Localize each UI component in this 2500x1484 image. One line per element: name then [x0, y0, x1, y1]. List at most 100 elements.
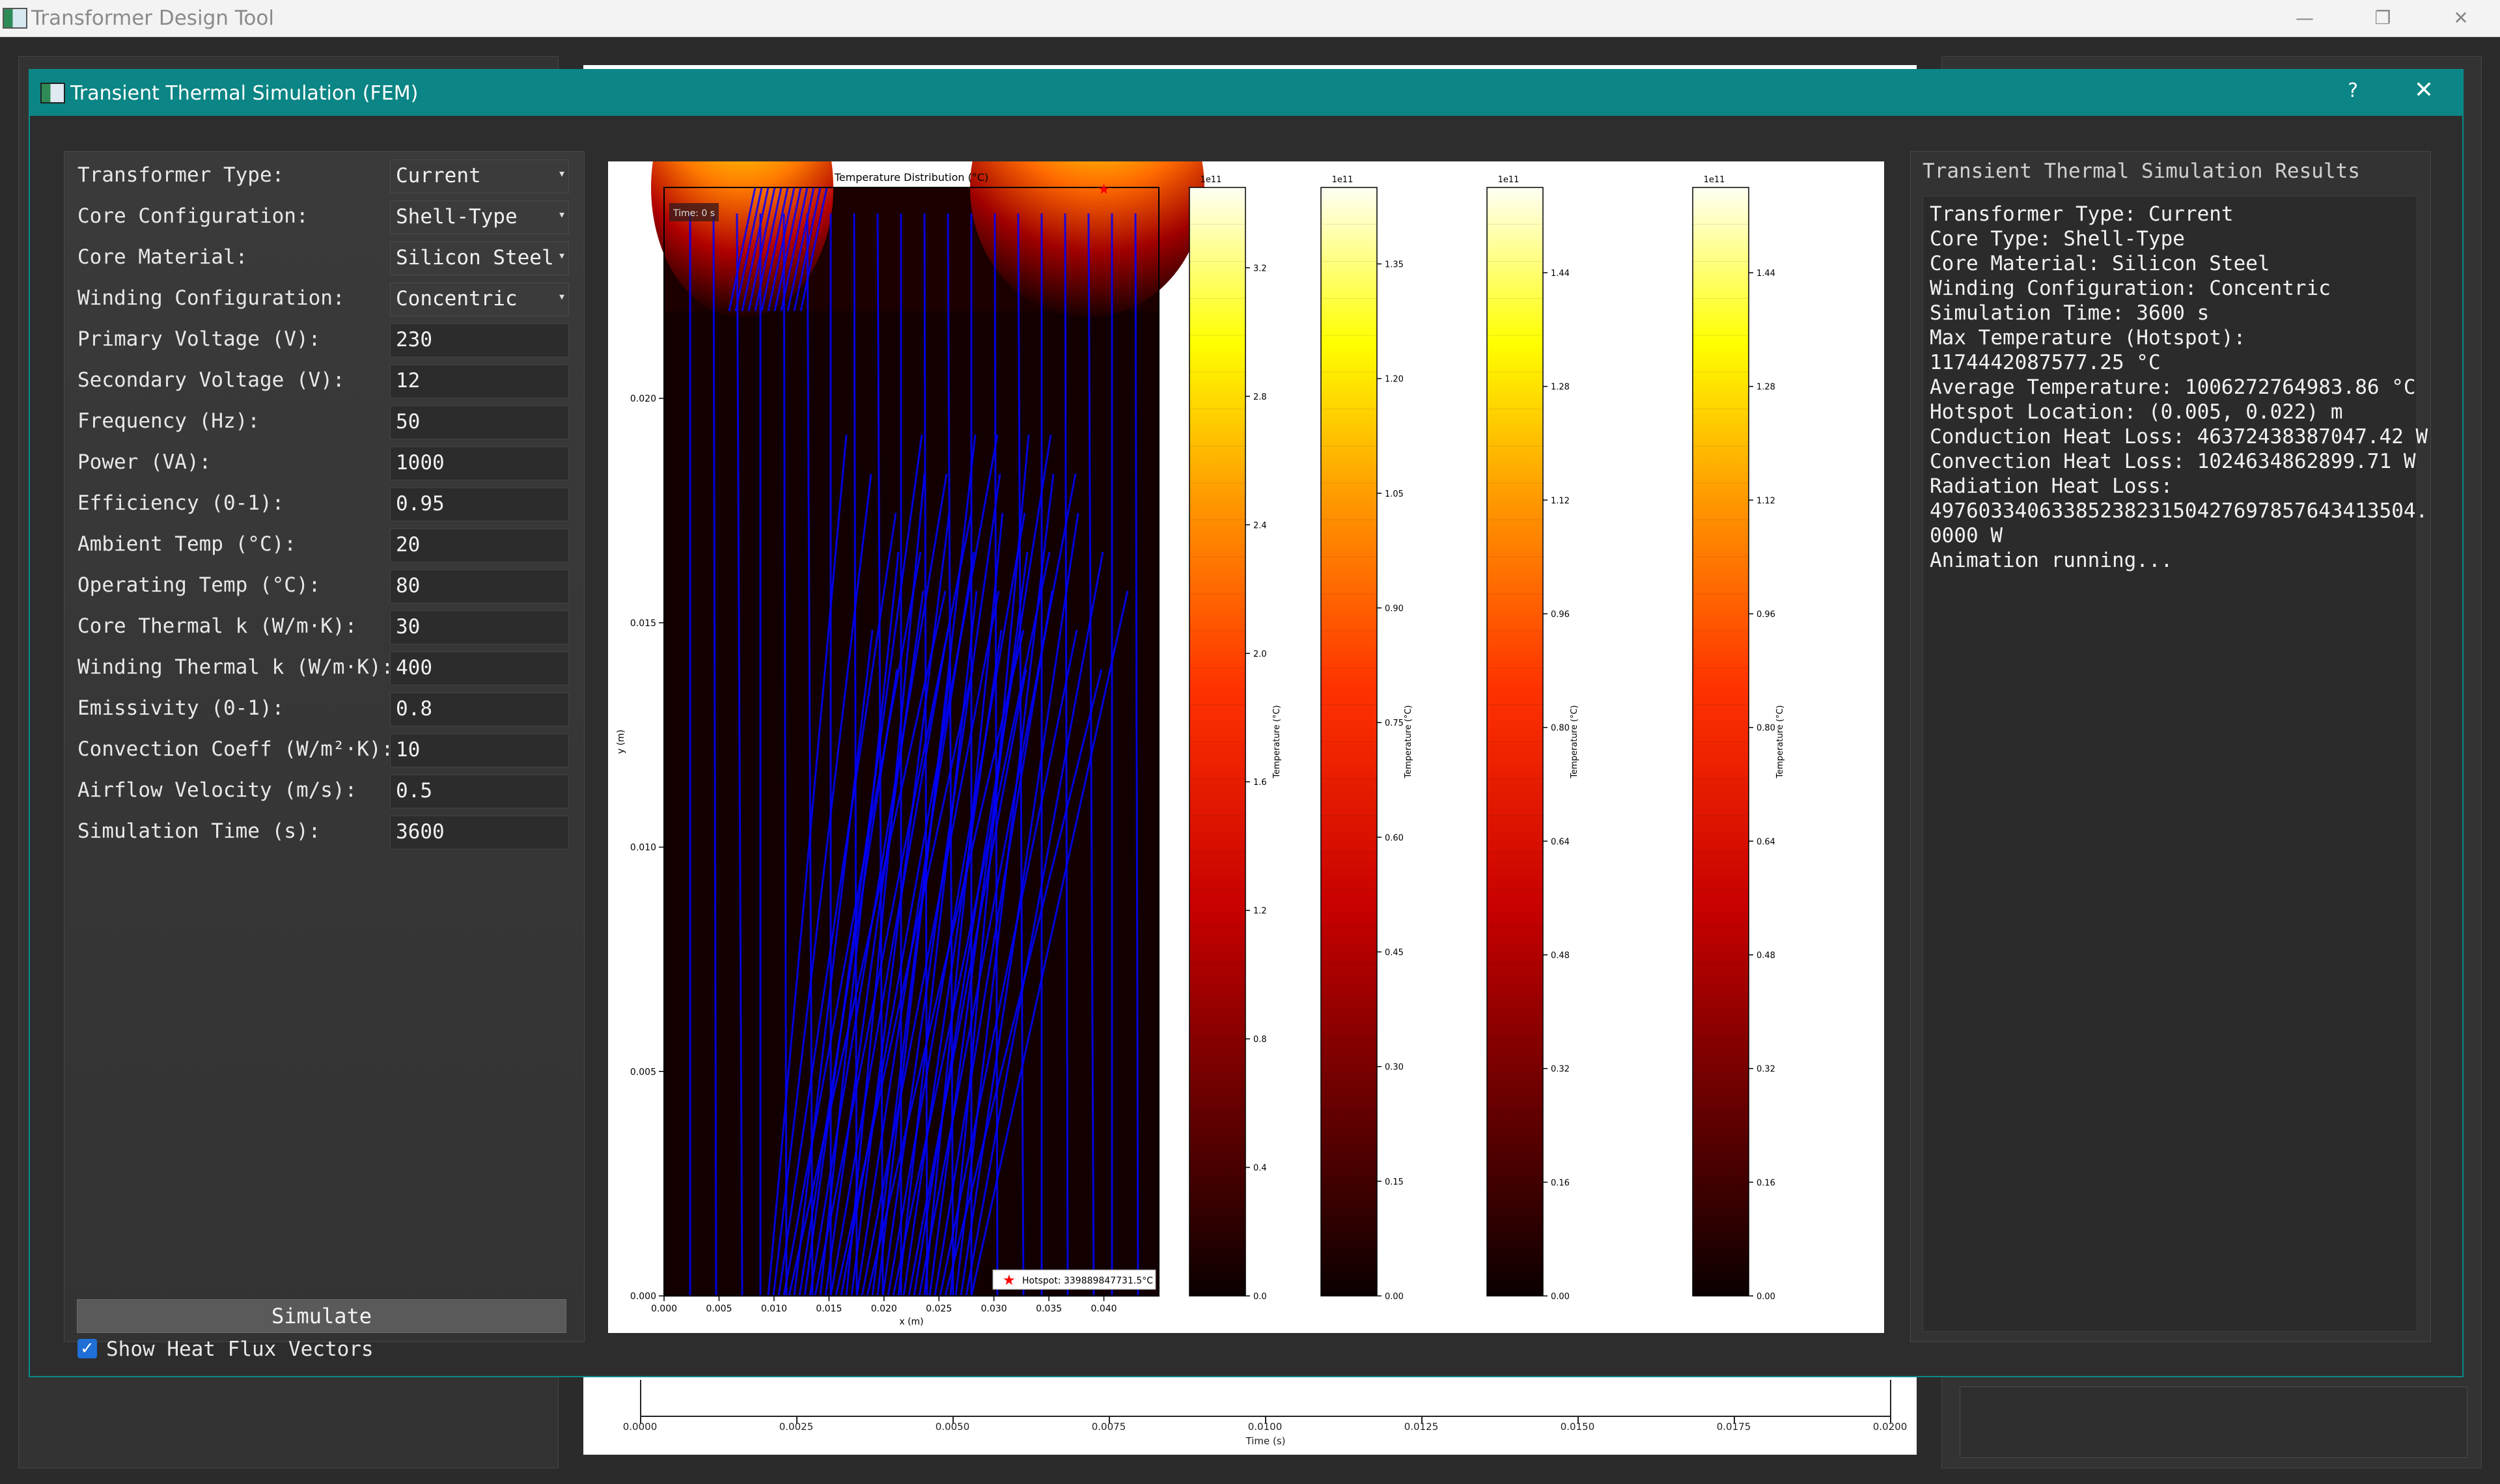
x-tick-label: 0.035: [1036, 1304, 1062, 1314]
form-value: Concentric: [396, 287, 518, 310]
x-tick-label: 0.025: [926, 1304, 952, 1314]
minimize-button[interactable]: —: [2285, 4, 2324, 33]
heat-flux-checkbox[interactable]: ✓: [77, 1339, 97, 1358]
dropdown-arrow-icon[interactable]: ▾: [558, 288, 566, 304]
form-row: Core Material: Silicon Steel ▾: [77, 240, 572, 277]
form-text-input[interactable]: 0.95: [390, 488, 569, 521]
colorbar-label: Temperature (°C): [1570, 705, 1579, 778]
time-label: Time: 0 s: [673, 208, 715, 219]
form-value: 12: [396, 369, 421, 392]
form-text-input[interactable]: 3600: [390, 816, 569, 849]
colorbar-label: Temperature (°C): [1775, 705, 1785, 778]
dropdown-arrow-icon[interactable]: ▾: [558, 165, 566, 181]
results-line: Max Temperature (Hotspot):: [1930, 326, 2246, 350]
thermal-simulation-dialog: Transient Thermal Simulation (FEM) ? ✕ T…: [29, 69, 2464, 1377]
form-row: Operating Temp (°C): 80: [77, 568, 572, 605]
parameters-panel: Transformer Type: Current ▾ Core Configurat…: [64, 151, 585, 1361]
colorbar-label: Temperature (°C): [1404, 705, 1413, 778]
temperature-plot: ★ Temperature Distribution (°C) Time: 0 s ★…: [608, 161, 1884, 1333]
colorbar-tick-label: 0.48: [1757, 951, 1775, 961]
dropdown-arrow-icon[interactable]: ▾: [558, 247, 566, 263]
form-dropdown[interactable]: Concentric ▾: [390, 282, 569, 316]
results-line: Animation running...: [1930, 549, 2173, 572]
maximize-button[interactable]: ❐: [2363, 4, 2402, 33]
colorbar-tick-label: 0.80: [1757, 724, 1775, 734]
form-text-input[interactable]: 0.8: [390, 693, 569, 726]
y-tick-label: 0.000: [630, 1291, 656, 1302]
app-titlebar: Transformer Design Tool — ❐ ✕: [0, 0, 2500, 37]
colorbar-tick-label: 0.16: [1757, 1178, 1775, 1188]
results-textbox[interactable]: Transformer Type: Current Core Type: Shel…: [1923, 196, 2428, 1332]
form-text-input[interactable]: 0.5: [390, 775, 569, 808]
results-line: Hotspot Location: (0.005, 0.022) m: [1930, 400, 2343, 424]
form-label: Convection Coeff (W/m²·K):: [77, 737, 394, 761]
form-label: Transformer Type:: [77, 163, 285, 187]
background-tick-label: 0.0100: [1247, 1421, 1283, 1433]
app-title: Transformer Design Tool: [31, 7, 274, 30]
dialog-close-button[interactable]: ✕: [2414, 77, 2434, 103]
help-button[interactable]: ?: [2348, 79, 2358, 102]
dialog-titlebar: Transient Thermal Simulation (FEM) ? ✕: [30, 70, 2462, 116]
form-row: Winding Thermal k (W/m·K): 400: [77, 650, 572, 687]
dialog-icon: [40, 83, 65, 103]
form-value: 50: [396, 410, 421, 433]
x-tick-label: 0.010: [761, 1304, 787, 1314]
form-dropdown[interactable]: Silicon Steel ▾: [390, 241, 569, 275]
form-text-input[interactable]: 12: [390, 364, 569, 398]
y-axis-label: y (m): [616, 730, 626, 754]
colorbar-tick-label: 0.16: [1551, 1178, 1570, 1188]
background-axis-right: [1890, 1380, 1891, 1417]
results-line: Conduction Heat Loss: 46372438387047.42 …: [1930, 425, 2428, 448]
colorbar-tick-label: 0.0: [1253, 1292, 1267, 1302]
colorbar-tick-label: 2.4: [1253, 521, 1267, 530]
form-text-input[interactable]: 50: [390, 405, 569, 439]
form-label: Power (VA):: [77, 450, 212, 474]
colorbar-tick-label: 1.12: [1551, 496, 1570, 506]
background-tick-label: 0.0125: [1404, 1421, 1439, 1433]
form-dropdown[interactable]: Shell-Type ▾: [390, 200, 569, 234]
dropdown-arrow-icon[interactable]: ▾: [558, 206, 566, 222]
form-row: Frequency (Hz): 50: [77, 404, 572, 441]
form-text-input[interactable]: 30: [390, 611, 569, 644]
form-text-input[interactable]: 80: [390, 570, 569, 603]
form-value: Shell-Type: [396, 205, 518, 228]
y-tick-label: 0.005: [630, 1067, 656, 1077]
y-tick-label: 0.015: [630, 618, 656, 629]
colorbar-tick-label: 0.8: [1253, 1035, 1267, 1045]
colorbar-tick-label: 0.90: [1385, 604, 1404, 614]
results-line: Average Temperature: 1006272764983.86 °C: [1930, 376, 2416, 399]
colorbar-tick-label: 0.96: [1757, 610, 1775, 620]
y-tick-label: 0.010: [630, 843, 656, 853]
form-text-input[interactable]: 1000: [390, 447, 569, 480]
heat-flux-checkbox-label: Show Heat Flux Vectors: [106, 1338, 374, 1361]
form-row: Winding Configuration: Concentric ▾: [77, 281, 572, 318]
form-text-input[interactable]: 10: [390, 734, 569, 767]
colorbar-tick-label: 0.48: [1551, 951, 1570, 961]
colorbar-tick-label: 1.2: [1253, 907, 1267, 916]
colorbar-tick-label: 0.80: [1551, 724, 1570, 734]
simulate-button[interactable]: Simulate: [77, 1299, 566, 1333]
form-dropdown[interactable]: Current ▾: [390, 159, 569, 193]
results-line: Winding Configuration: Concentric: [1930, 277, 2331, 300]
background-x-axis-label: Time (s): [1245, 1435, 1286, 1447]
results-line: Simulation Time: 3600 s: [1930, 301, 2210, 325]
background-tick-label: 0.0175: [1716, 1421, 1751, 1433]
form-text-input[interactable]: 230: [390, 323, 569, 357]
colorbar-tick-label: 1.12: [1757, 496, 1775, 506]
colorbar-tick-label: 0.64: [1757, 837, 1775, 847]
app-close-button[interactable]: ✕: [2441, 4, 2480, 33]
form-label: Core Configuration:: [77, 204, 309, 228]
form-value: 30: [396, 615, 421, 639]
colorbar-tick-label: 0.00: [1551, 1292, 1570, 1302]
colorbar-tick-label: 0.32: [1757, 1065, 1775, 1075]
colorbar-tick-label: 1.35: [1385, 260, 1404, 269]
form-row: Ambient Temp (°C): 20: [77, 527, 572, 564]
form-row: Efficiency (0-1): 0.95: [77, 486, 572, 523]
form-text-input[interactable]: 20: [390, 529, 569, 562]
x-tick-label: 0.015: [816, 1304, 842, 1314]
form-value: Silicon Steel: [396, 246, 554, 269]
form-value: 20: [396, 533, 421, 556]
colorbar-tick-label: 0.00: [1757, 1292, 1775, 1302]
form-text-input[interactable]: 400: [390, 652, 569, 685]
x-tick-label: 0.030: [981, 1304, 1007, 1314]
